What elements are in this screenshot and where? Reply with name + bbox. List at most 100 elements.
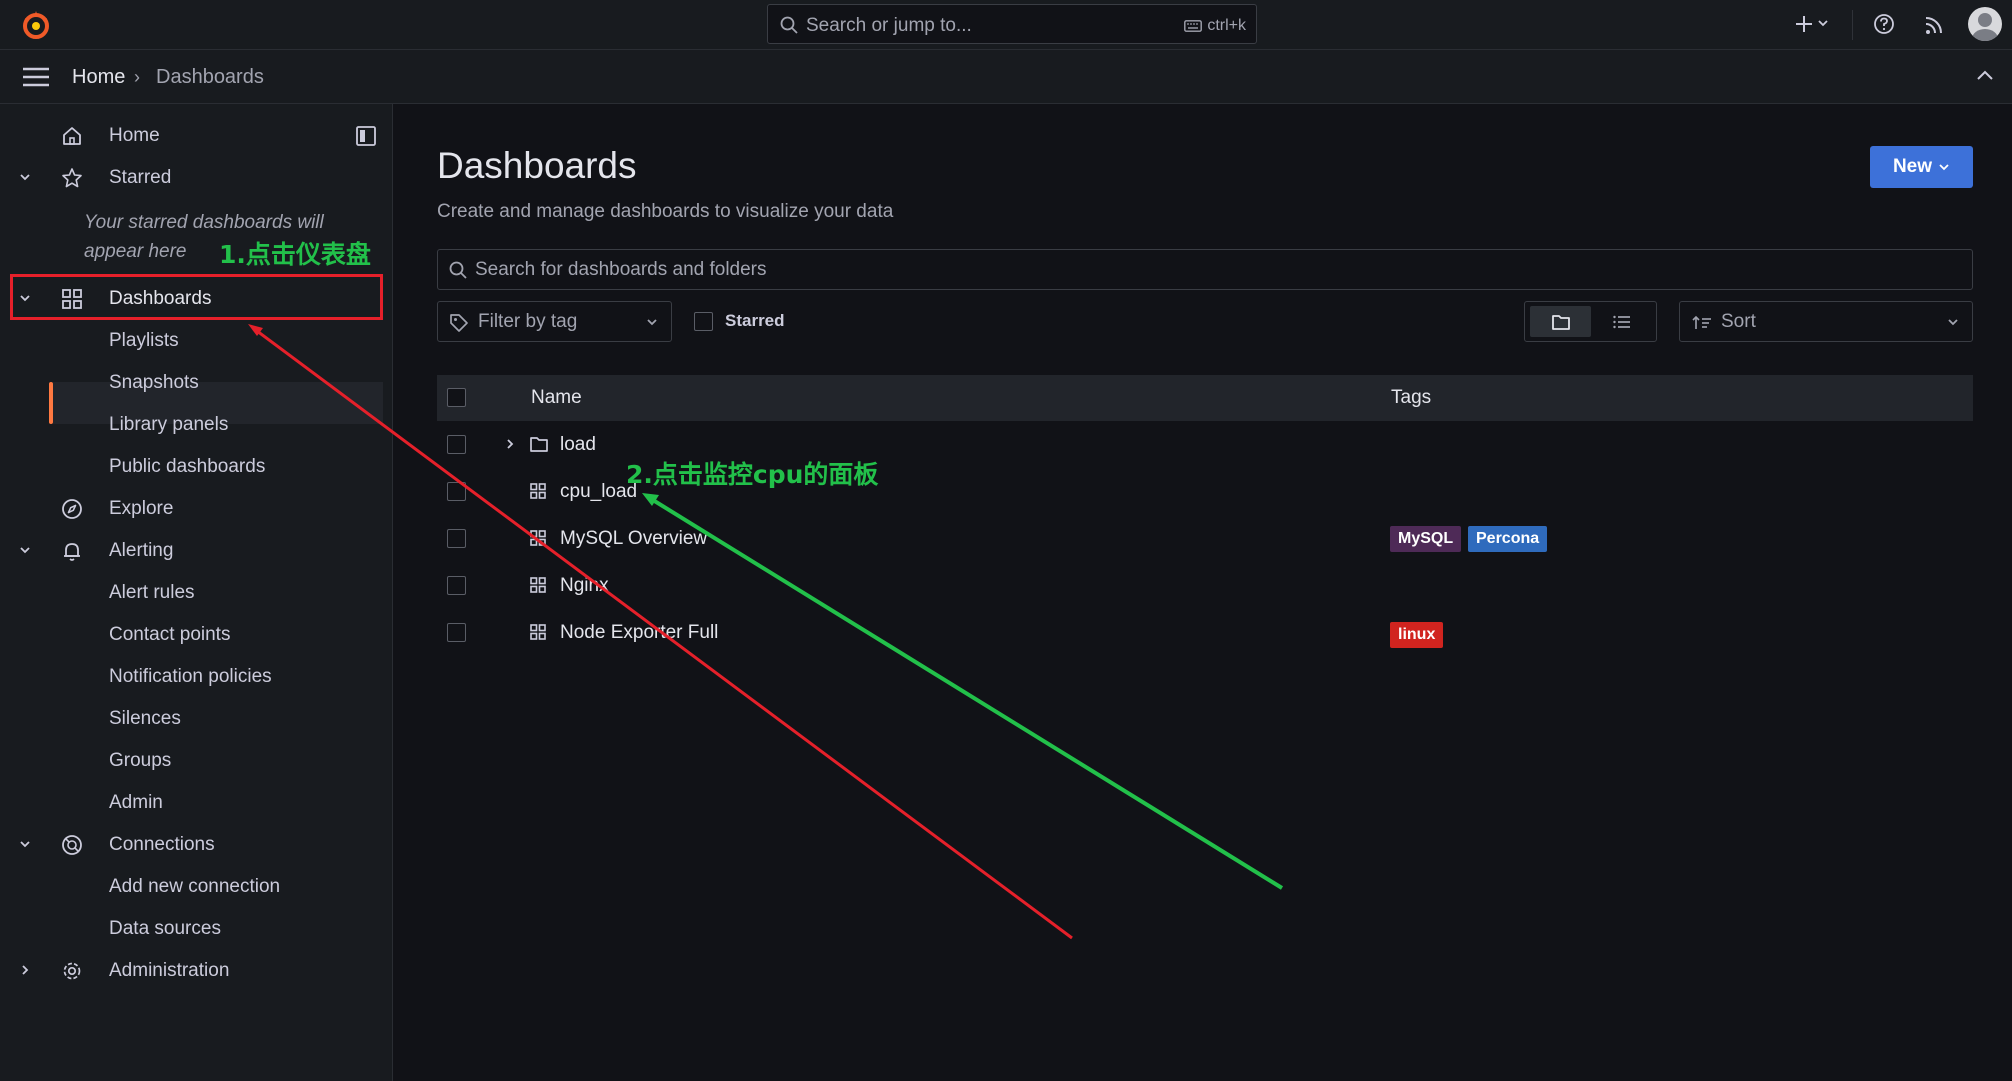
sidebar-item-playlists[interactable]: Playlists xyxy=(0,320,392,362)
column-header-tags: Tags xyxy=(1391,387,1432,408)
sidebar-item-admin[interactable]: Admin xyxy=(0,782,392,824)
chevron-up-icon[interactable] xyxy=(1976,68,1994,82)
annotation-step-1: 1.点击仪表盘 xyxy=(219,240,371,269)
sidebar-item-label: Silences xyxy=(109,708,181,729)
sidebar-item-contact-points[interactable]: Contact points xyxy=(0,614,392,656)
sidebar-item-connections[interactable]: Connections xyxy=(0,824,392,866)
sidebar-item-add-new-connection[interactable]: Add new connection xyxy=(0,866,392,908)
row-checkbox[interactable] xyxy=(447,435,466,454)
chevron-right-icon[interactable] xyxy=(503,437,517,451)
table-row-dashboard[interactable]: Nginx xyxy=(437,562,1973,609)
row-name[interactable]: Nginx xyxy=(560,575,609,597)
sidebar-item-label: Starred xyxy=(109,167,172,188)
list-view-button[interactable] xyxy=(1591,306,1652,337)
grafana-logo-icon[interactable] xyxy=(20,9,52,41)
sidebar-item-public-dashboards[interactable]: Public dashboards xyxy=(0,446,392,488)
keyboard-shortcut: ctrl+k xyxy=(1184,17,1246,35)
sidebar-item-label: Groups xyxy=(109,750,172,771)
tag-badge[interactable]: Percona xyxy=(1468,526,1548,552)
sidebar-item-snapshots[interactable]: Snapshots xyxy=(0,362,392,404)
sidebar-item-label: Notification policies xyxy=(109,666,272,687)
top-bar: Search or jump to... ctrl+k xyxy=(0,0,2012,50)
annotation-step-2: 2.点击监控cpu的面板 xyxy=(626,460,879,489)
folder-view-button[interactable] xyxy=(1530,306,1591,337)
top-search-bar[interactable]: Search or jump to... ctrl+k xyxy=(767,4,1257,44)
sidebar-item-explore[interactable]: Explore xyxy=(0,488,392,530)
user-avatar[interactable] xyxy=(1968,7,2002,41)
row-checkbox[interactable] xyxy=(447,576,466,595)
search-icon xyxy=(780,16,798,34)
chevron-right-icon[interactable] xyxy=(17,962,33,978)
sidebar-item-label: Admin xyxy=(109,792,163,813)
filter-by-tag-select[interactable]: Filter by tag xyxy=(437,301,672,342)
sidebar-item-label: Library panels xyxy=(109,414,229,435)
sidebar-item-starred[interactable]: Starred xyxy=(0,157,392,199)
sidebar-item-library-panels[interactable]: Library panels xyxy=(0,404,392,446)
table-row-dashboard[interactable]: Node Exporter Full linux xyxy=(437,609,1973,656)
sidebar-item-label: Data sources xyxy=(109,918,221,939)
view-mode-toggle xyxy=(1524,301,1657,342)
sidebar-item-groups[interactable]: Groups xyxy=(0,740,392,782)
tag-badge[interactable]: linux xyxy=(1390,622,1444,648)
sidebar-item-silences[interactable]: Silences xyxy=(0,698,392,740)
folder-icon xyxy=(530,436,548,452)
list-icon xyxy=(1612,315,1630,328)
sort-select[interactable]: Sort xyxy=(1679,301,1973,342)
connections-icon xyxy=(61,834,83,856)
breadcrumb-home[interactable]: Home xyxy=(72,66,125,89)
breadcrumb-separator: › xyxy=(134,67,140,87)
apps-grid-icon xyxy=(530,624,546,640)
search-icon xyxy=(449,261,467,279)
sidebar-item-label: Explore xyxy=(109,498,174,519)
sidebar-item-administration[interactable]: Administration xyxy=(0,950,392,992)
chevron-down-icon xyxy=(1818,20,1828,27)
home-icon xyxy=(61,125,83,147)
sidebar-item-label: Playlists xyxy=(109,330,179,351)
row-checkbox[interactable] xyxy=(447,623,466,642)
sidebar-item-notification-policies[interactable]: Notification policies xyxy=(0,656,392,698)
top-search-placeholder: Search or jump to... xyxy=(806,15,972,36)
new-dashboard-button[interactable]: New xyxy=(1870,146,1973,188)
select-all-checkbox[interactable] xyxy=(447,388,466,407)
sidebar-item-label: Alerting xyxy=(109,540,174,561)
filter-tag-placeholder: Filter by tag xyxy=(478,311,578,332)
sidebar-item-label: Alert rules xyxy=(109,582,195,603)
row-checkbox[interactable] xyxy=(447,482,466,501)
tag-badge[interactable]: MySQL xyxy=(1390,526,1462,552)
add-new-button[interactable] xyxy=(1794,10,1836,38)
topbar-divider xyxy=(1852,10,1853,40)
sidebar-item-label: Contact points xyxy=(109,624,231,645)
dashboard-search-input[interactable]: Search for dashboards and folders xyxy=(437,249,1973,290)
chevron-down-icon[interactable] xyxy=(17,836,33,852)
row-name[interactable]: Node Exporter Full xyxy=(560,622,718,644)
row-name[interactable]: load xyxy=(560,434,596,456)
sidebar-item-home[interactable]: Home xyxy=(0,115,392,157)
sidebar-item-label: Public dashboards xyxy=(109,456,266,477)
sidebar-item-alerting[interactable]: Alerting xyxy=(0,530,392,572)
sidebar-item-label: Connections xyxy=(109,834,215,855)
table-row-dashboard[interactable]: MySQL Overview MySQL Percona xyxy=(437,515,1973,562)
column-header-name: Name xyxy=(531,387,582,408)
rss-icon[interactable] xyxy=(1923,10,1947,38)
starred-filter-label[interactable]: Starred xyxy=(725,311,785,331)
apps-grid-icon xyxy=(530,483,546,499)
chevron-down-icon[interactable] xyxy=(17,542,33,558)
chevron-down-icon[interactable] xyxy=(17,169,33,185)
sort-label: Sort xyxy=(1721,311,1756,332)
folder-icon xyxy=(1551,314,1570,330)
row-name[interactable]: MySQL Overview xyxy=(560,528,707,550)
sidebar-item-data-sources[interactable]: Data sources xyxy=(0,908,392,950)
breadcrumb-current: Dashboards xyxy=(156,66,264,88)
plus-icon xyxy=(1796,16,1812,32)
annotation-highlight-box xyxy=(10,274,383,320)
tag-icon xyxy=(449,313,469,333)
row-checkbox[interactable] xyxy=(447,529,466,548)
help-icon[interactable] xyxy=(1872,10,1896,38)
bell-icon xyxy=(61,540,83,562)
breadcrumb-bar: Home › Dashboards xyxy=(0,50,2012,104)
chevron-down-icon xyxy=(1939,164,1949,171)
sidebar-item-alert-rules[interactable]: Alert rules xyxy=(0,572,392,614)
menu-icon[interactable] xyxy=(22,66,50,88)
starred-filter-checkbox[interactable] xyxy=(694,312,713,331)
sidebar-item-label: Add new connection xyxy=(109,876,281,897)
